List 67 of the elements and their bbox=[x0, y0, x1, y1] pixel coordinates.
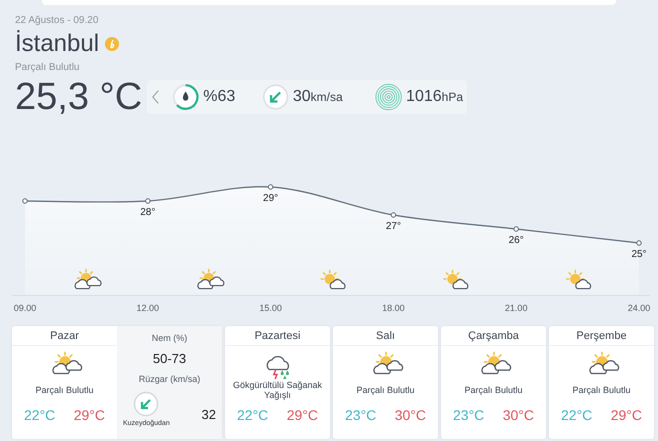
day-condition: Parçalı Bulutlu bbox=[464, 385, 523, 395]
humidity-range: 50-73 bbox=[152, 351, 186, 366]
axis-label: 18.00 bbox=[382, 303, 405, 313]
day-condition: Parçalı Bulutlu bbox=[35, 385, 94, 395]
wind-label: Rüzgar (km/sa) bbox=[138, 373, 200, 385]
weather-icon bbox=[266, 356, 289, 379]
condition-text: Parçalı Bulutlu bbox=[15, 62, 80, 74]
data-point bbox=[636, 240, 642, 246]
day-name: Salı bbox=[333, 326, 438, 346]
current-temperature: 25,3 °C bbox=[15, 76, 144, 118]
low-temperature: 23°C bbox=[453, 406, 484, 425]
pressure-rings-icon bbox=[374, 82, 402, 112]
low-temperature: 23°C bbox=[345, 406, 376, 425]
data-label: 29° bbox=[263, 193, 278, 204]
axis-label: 09.00 bbox=[14, 303, 36, 313]
date-time: 22 Ağustos - 09.20 bbox=[15, 15, 98, 27]
wind-speed: 30km/sa bbox=[292, 88, 343, 105]
high-temperature: 30°C bbox=[502, 406, 534, 425]
low-temperature: 22°C bbox=[24, 406, 56, 425]
drop-icon bbox=[182, 92, 188, 101]
humidity-label: Nem (%) bbox=[152, 332, 188, 344]
day-card[interactable]: Perşembe Parçalı Bulutlu 22°C 29°C bbox=[549, 326, 654, 439]
weather-icon bbox=[197, 268, 224, 290]
weather-icon bbox=[372, 352, 403, 374]
high-temperature: 29°C bbox=[286, 406, 318, 425]
low-temperature: 22°C bbox=[561, 406, 592, 425]
day-name: Pazartesi bbox=[225, 326, 330, 346]
data-label: 26° bbox=[508, 235, 524, 246]
day-card[interactable]: Salı Parçalı Bulutlu 23°C 30°C bbox=[333, 326, 438, 439]
weather-icon bbox=[320, 270, 346, 290]
weather-icon bbox=[443, 270, 468, 290]
data-point bbox=[514, 226, 519, 232]
back-chevron-icon[interactable] bbox=[151, 89, 160, 105]
humidity-value: %63 bbox=[203, 87, 236, 107]
day-condition: Parçalı Bulutlu bbox=[572, 385, 631, 395]
data-label: 25° bbox=[631, 249, 647, 260]
high-temperature: 29°C bbox=[610, 406, 642, 425]
humidity-ring-icon bbox=[172, 84, 199, 110]
high-temperature: 29°C bbox=[74, 406, 105, 425]
axis-label: 12.00 bbox=[136, 303, 160, 313]
day-name: Perşembe bbox=[549, 326, 654, 346]
data-point bbox=[22, 198, 28, 204]
day-condition: Parçalı Bulutlu bbox=[356, 385, 415, 395]
day-name: Çarşamba bbox=[441, 326, 546, 346]
data-label: 27° bbox=[386, 221, 401, 232]
city-name: İstanbul bbox=[15, 30, 100, 58]
data-label: 28° bbox=[140, 207, 156, 218]
high-temperature: 30°C bbox=[394, 406, 426, 425]
day-card[interactable]: Çarşamba Parçalı Bulutlu 23°C 30°C bbox=[441, 326, 546, 439]
data-point bbox=[390, 212, 396, 218]
axis-label: 15.00 bbox=[259, 303, 282, 313]
weather-icon bbox=[52, 352, 82, 374]
weather-icon bbox=[588, 352, 619, 374]
location-badge-icon bbox=[105, 37, 120, 51]
data-point bbox=[145, 198, 150, 204]
wind-speed: 32 bbox=[202, 407, 216, 422]
weather-icon bbox=[74, 268, 102, 290]
day-condition: Gökgürültülü Sağanak Yağışlı bbox=[232, 380, 324, 400]
axis-label: 24.00 bbox=[628, 303, 650, 313]
wind-direction-icon bbox=[133, 391, 160, 417]
data-point bbox=[268, 184, 274, 190]
low-temperature: 22°C bbox=[237, 406, 268, 425]
day-card[interactable]: Pazartesi Gökgürültülü Sağanak Yağışlı 22°C 29°C bbox=[225, 326, 330, 439]
weather-icon bbox=[480, 352, 511, 374]
weather-icon bbox=[566, 270, 592, 290]
pressure-value: 1016hPa bbox=[406, 87, 463, 107]
axis-label: 21.00 bbox=[504, 303, 528, 313]
